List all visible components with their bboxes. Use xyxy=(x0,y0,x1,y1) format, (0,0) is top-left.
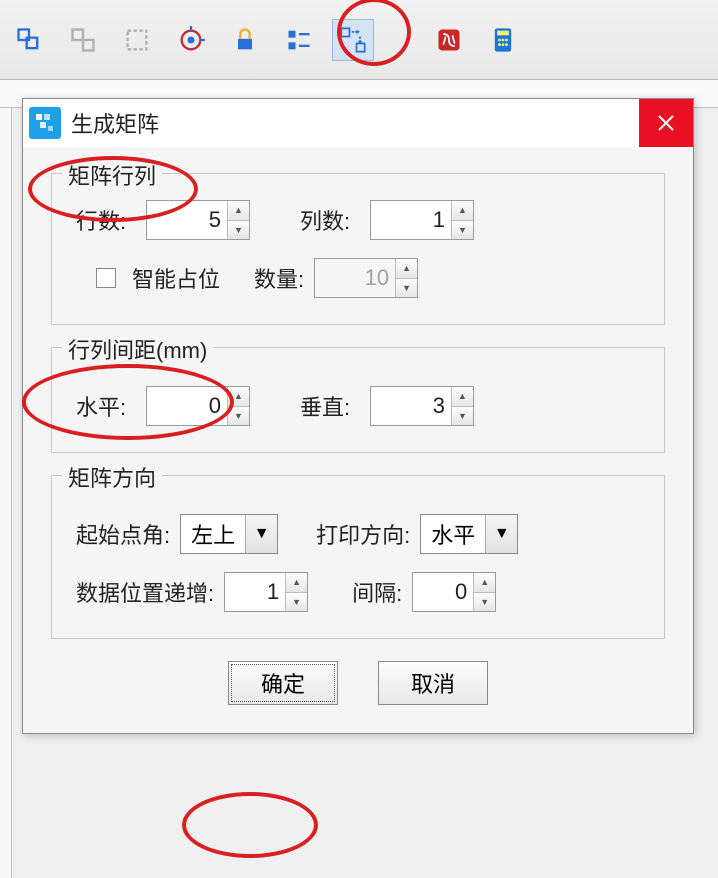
vertical-ruler xyxy=(0,108,12,878)
smart-placeholder-label: 智能占位 xyxy=(132,262,220,294)
qty-input xyxy=(315,259,395,297)
dialog-titlebar: 生成矩阵 xyxy=(23,99,693,147)
toolbar-btn-4[interactable] xyxy=(170,19,212,61)
rows-up[interactable]: ▲ xyxy=(228,201,249,221)
data-inc-up[interactable]: ▲ xyxy=(286,573,307,593)
gap-label: 间隔: xyxy=(352,576,402,608)
group-direction: 矩阵方向 起始点角: 左上 ▼ 打印方向: 水平 ▼ 数据位置递增: ▲▼ xyxy=(51,475,665,639)
qty-down: ▼ xyxy=(396,279,417,298)
cols-label: 列数: xyxy=(300,204,360,236)
rows-label: 行数: xyxy=(76,204,136,236)
group-legend-direction: 矩阵方向 xyxy=(62,461,162,493)
ok-button[interactable]: 确定 xyxy=(228,661,338,705)
cols-up[interactable]: ▲ xyxy=(452,201,473,221)
vert-label: 垂直: xyxy=(300,390,360,422)
data-inc-input[interactable] xyxy=(225,573,285,611)
qty-label: 数量: xyxy=(254,262,304,294)
dialog-body: 矩阵行列 行数: ▲▼ 列数: ▲▼ 智能占位 数量: xyxy=(23,147,693,733)
gap-spinner[interactable]: ▲▼ xyxy=(412,572,496,612)
horiz-input[interactable] xyxy=(147,387,227,425)
chevron-down-icon: ▼ xyxy=(485,515,517,553)
data-inc-down[interactable]: ▼ xyxy=(286,593,307,612)
generate-matrix-icon xyxy=(339,26,367,54)
chevron-down-icon: ▼ xyxy=(245,515,277,553)
close-button[interactable] xyxy=(639,99,693,147)
vert-up[interactable]: ▲ xyxy=(452,387,473,407)
vert-spinner[interactable]: ▲▼ xyxy=(370,386,474,426)
crop-icon xyxy=(123,26,151,54)
generate-matrix-dialog: 生成矩阵 矩阵行列 行数: ▲▼ 列数: ▲▼ xyxy=(22,98,694,734)
close-icon xyxy=(656,113,676,133)
smart-placeholder-checkbox[interactable] xyxy=(96,268,116,288)
toolbar-btn-1[interactable] xyxy=(8,19,50,61)
dialog-title: 生成矩阵 xyxy=(71,107,639,139)
toolbar xyxy=(0,0,718,80)
qty-up: ▲ xyxy=(396,259,417,279)
horiz-down[interactable]: ▼ xyxy=(228,407,249,426)
pdf-icon xyxy=(435,26,463,54)
toolbar-btn-pdf[interactable] xyxy=(428,19,470,61)
print-dir-value: 水平 xyxy=(421,518,485,550)
data-inc-label: 数据位置递增: xyxy=(76,576,214,608)
start-corner-label: 起始点角: xyxy=(76,518,170,550)
vert-down[interactable]: ▼ xyxy=(452,407,473,426)
toolbar-btn-6[interactable] xyxy=(278,19,320,61)
group-objects-icon xyxy=(15,26,43,54)
ungroup-icon xyxy=(69,26,97,54)
group-legend-spacing: 行列间距(mm) xyxy=(62,333,213,365)
gap-down[interactable]: ▼ xyxy=(474,593,495,612)
calculator-icon xyxy=(489,26,517,54)
gap-input[interactable] xyxy=(413,573,473,611)
cancel-button[interactable]: 取消 xyxy=(378,661,488,705)
toolbar-btn-5[interactable] xyxy=(224,19,266,61)
data-inc-spinner[interactable]: ▲▼ xyxy=(224,572,308,612)
dialog-app-icon xyxy=(29,107,61,139)
print-dir-label: 打印方向: xyxy=(316,518,410,550)
group-rows-cols: 矩阵行列 行数: ▲▼ 列数: ▲▼ 智能占位 数量: xyxy=(51,173,665,325)
horiz-spinner[interactable]: ▲▼ xyxy=(146,386,250,426)
cols-input[interactable] xyxy=(371,201,451,239)
toolbar-btn-2[interactable] xyxy=(62,19,104,61)
rows-down[interactable]: ▼ xyxy=(228,221,249,240)
rotate-icon xyxy=(177,26,205,54)
cols-down[interactable]: ▼ xyxy=(452,221,473,240)
rows-input[interactable] xyxy=(147,201,227,239)
dialog-button-row: 确定 取消 xyxy=(51,661,665,705)
list-icon xyxy=(285,26,313,54)
horiz-label: 水平: xyxy=(76,390,136,422)
gap-up[interactable]: ▲ xyxy=(474,573,495,593)
lock-icon xyxy=(231,26,259,54)
group-spacing: 行列间距(mm) 水平: ▲▼ 垂直: ▲▼ xyxy=(51,347,665,453)
horiz-up[interactable]: ▲ xyxy=(228,387,249,407)
qty-spinner: ▲▼ xyxy=(314,258,418,298)
toolbar-btn-matrix[interactable] xyxy=(332,19,374,61)
start-corner-value: 左上 xyxy=(181,518,245,550)
rows-spinner[interactable]: ▲▼ xyxy=(146,200,250,240)
print-dir-select[interactable]: 水平 ▼ xyxy=(420,514,518,554)
vert-input[interactable] xyxy=(371,387,451,425)
group-legend-rowscols: 矩阵行列 xyxy=(62,159,162,191)
toolbar-btn-calc[interactable] xyxy=(482,19,524,61)
toolbar-btn-3[interactable] xyxy=(116,19,158,61)
start-corner-select[interactable]: 左上 ▼ xyxy=(180,514,278,554)
cols-spinner[interactable]: ▲▼ xyxy=(370,200,474,240)
